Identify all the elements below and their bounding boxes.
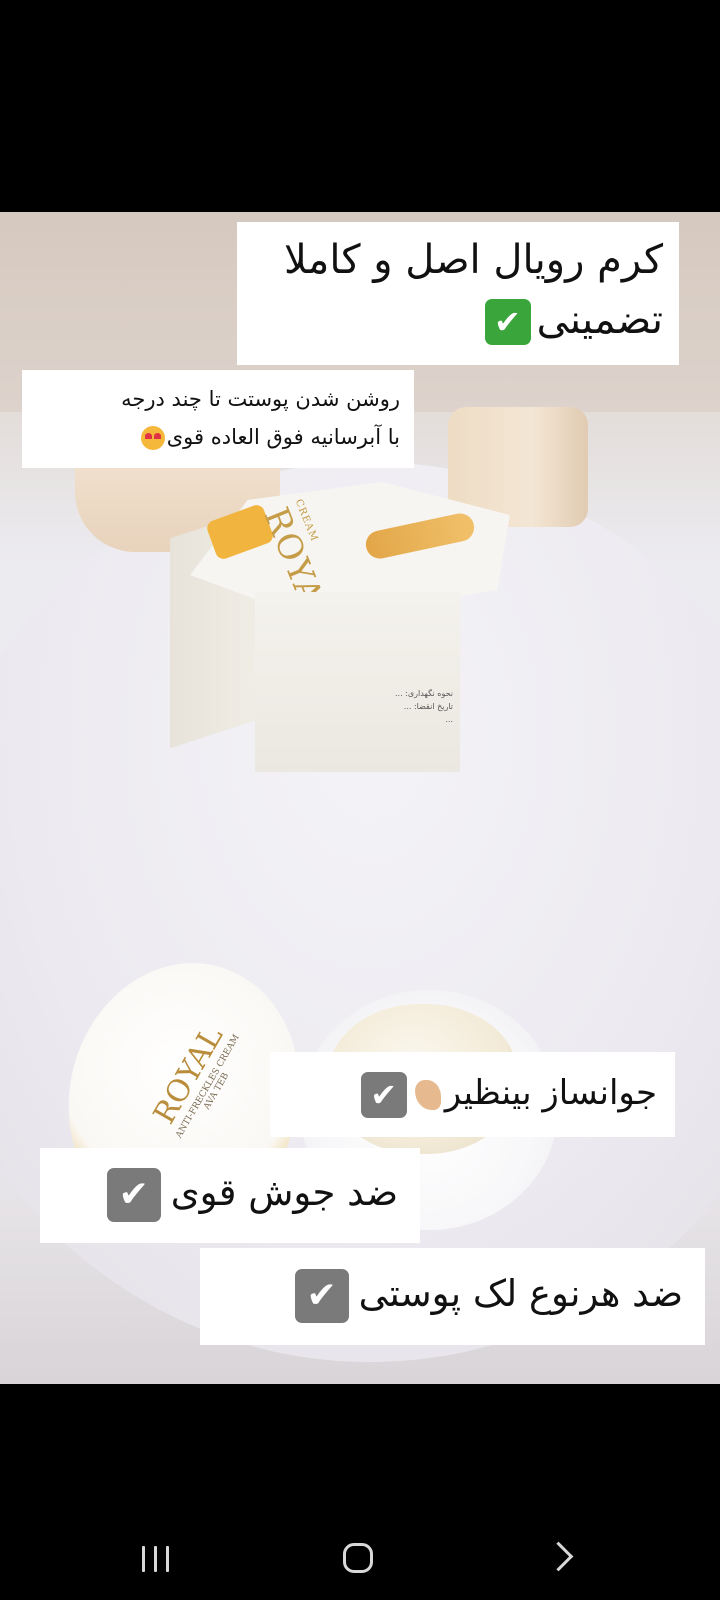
box-info-line: نحوه نگهداری: ...: [394, 689, 453, 698]
heart-eyes-emoji-icon: [140, 426, 165, 450]
check-mark-icon: ✔: [106, 1167, 161, 1222]
lid-label: ROYAL ANTI-FRECKLES CREAM AVA TEB: [136, 1002, 259, 1159]
feature-card-rejuvenating: جوانساز بینظیر ✔: [270, 1052, 675, 1137]
home-icon: [343, 1543, 373, 1573]
feature-text: ضد جوش قوی: [170, 1171, 398, 1214]
feature-line: ضد هرنوع لک پوستی✔: [210, 1264, 683, 1324]
feature-text: جوانساز بینظیر: [444, 1073, 657, 1113]
home-button[interactable]: [330, 1536, 390, 1580]
recent-apps-button[interactable]: [130, 1536, 190, 1580]
feature-text: ضد هرنوع لک پوستی: [358, 1272, 683, 1315]
system-navigation-bar: [0, 1516, 720, 1600]
green-check-mark-icon: ✔: [484, 299, 531, 345]
box-info-line: ...: [445, 715, 453, 724]
subheadline-line-2: با آبرسانیه فوق العاده قوی: [32, 418, 400, 456]
feature-line: ضد جوش قوی✔: [50, 1162, 398, 1224]
recent-apps-icon: [154, 1546, 157, 1572]
subheadline-line-1: روشن شدن پوستت تا چند درجه: [121, 387, 400, 411]
flexed-biceps-emoji-icon: [414, 1079, 441, 1110]
feature-card-anti-spot: ضد هرنوع لک پوستی✔: [200, 1248, 705, 1345]
back-icon: [543, 1541, 574, 1572]
box-info-line: تاریخ انقضا: ...: [403, 702, 453, 711]
check-mark-icon: ✔: [294, 1268, 349, 1323]
feature-line: جوانساز بینظیر ✔: [280, 1064, 657, 1122]
box-info-text: نحوه نگهداری: ... تاریخ انقضا: ... ...: [278, 687, 453, 726]
headline-line-1: کرم رویال اصل و کاملا: [284, 237, 663, 283]
subheadline-line-2-text: با آبرسانیه فوق العاده قوی: [166, 425, 400, 449]
subheadline-card: روشن شدن پوستت تا چند درجه با آبرسانیه ف…: [22, 370, 414, 468]
box-front-panel: [255, 592, 460, 772]
feature-card-anti-acne: ضد جوش قوی✔: [40, 1148, 420, 1243]
check-mark-icon: ✔: [360, 1071, 407, 1118]
recent-apps-icon: [166, 1546, 169, 1572]
product-box: CREAM ROYAL نحوه نگهداری: ... تاریخ انقض…: [170, 482, 520, 777]
back-button[interactable]: [530, 1536, 590, 1580]
recent-apps-icon: [142, 1546, 145, 1572]
headline-card: کرم رویال اصل و کاملا تضمینی✔: [237, 222, 679, 365]
headline-line-2: تضمینی✔: [249, 290, 663, 350]
headline-line-2-text: تضمینی: [536, 297, 663, 343]
